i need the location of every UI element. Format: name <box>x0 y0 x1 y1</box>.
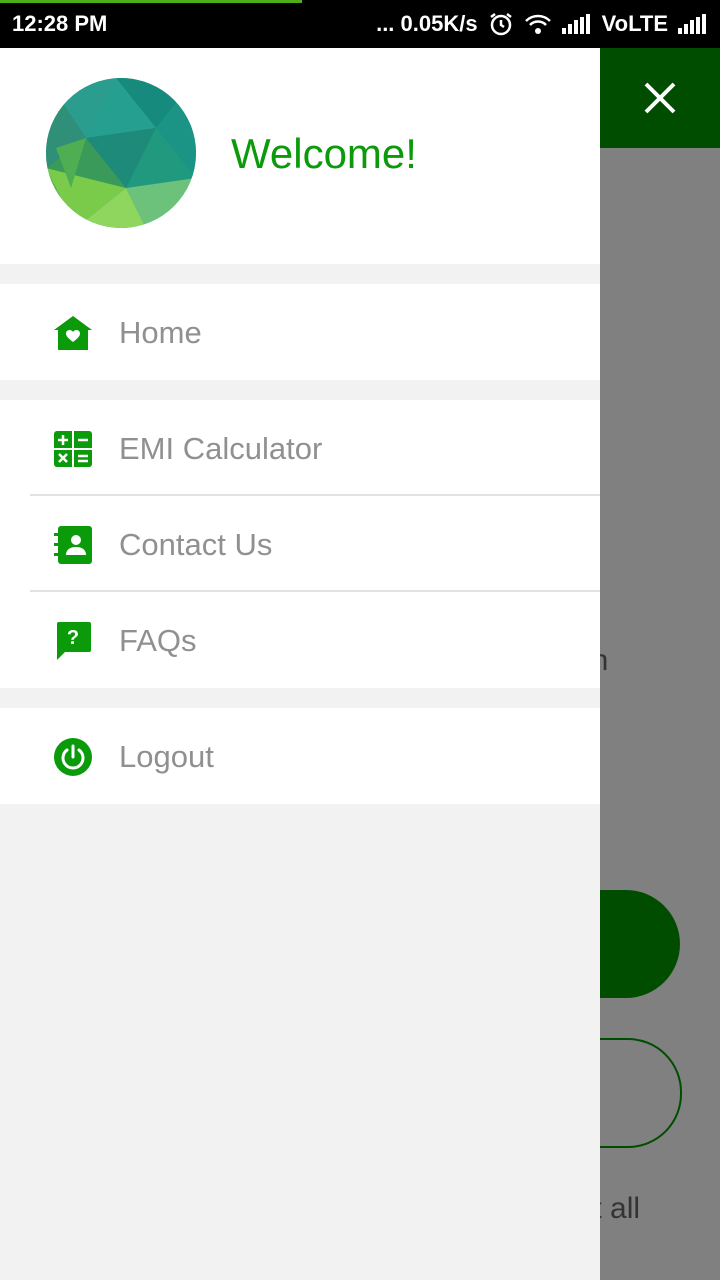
menu-item-label: Logout <box>119 739 214 774</box>
status-icons: ... 0.05K/s VoLTE <box>376 11 708 37</box>
menu-item-emi-calculator[interactable]: EMI Calculator <box>0 400 600 496</box>
drawer-section-main: Home <box>0 284 600 380</box>
menu-item-label: Home <box>119 315 202 350</box>
contact-book-icon <box>54 526 92 564</box>
menu-item-label: FAQs <box>119 623 197 658</box>
power-icon <box>54 738 92 776</box>
signal-icon <box>561 14 592 34</box>
drawer-section-tools: EMI Calculator Contact Us ? FAQs <box>0 400 600 688</box>
menu-item-logout[interactable]: Logout <box>0 708 600 804</box>
svg-text:?: ? <box>67 627 79 649</box>
status-bar: 12:28 PM ... 0.05K/s VoLTE <box>0 0 720 48</box>
calculator-icon <box>54 430 92 468</box>
alarm-icon <box>488 11 514 37</box>
drawer-header: Welcome! <box>0 48 600 264</box>
status-time: 12:28 PM <box>12 11 108 36</box>
welcome-text: Welcome! <box>231 130 417 177</box>
drawer-section-account: Logout <box>0 708 600 804</box>
carrier-label: VoLTE <box>601 11 668 36</box>
close-icon[interactable] <box>640 78 680 118</box>
home-icon <box>54 314 92 352</box>
network-speed: ... 0.05K/s <box>376 11 478 36</box>
menu-item-faqs[interactable]: ? FAQs <box>0 592 600 688</box>
wifi-icon <box>524 13 552 35</box>
menu-item-label: EMI Calculator <box>119 431 323 466</box>
faq-icon: ? <box>54 622 92 660</box>
signal-icon-2 <box>678 14 708 34</box>
navigation-drawer: Welcome! Home EMI Calculator Contact Us <box>0 48 600 1280</box>
menu-item-home[interactable]: Home <box>0 284 600 380</box>
menu-item-label: Contact Us <box>119 527 273 562</box>
menu-item-contact-us[interactable]: Contact Us <box>0 496 600 592</box>
avatar <box>46 78 196 228</box>
page-load-progress <box>0 0 302 3</box>
